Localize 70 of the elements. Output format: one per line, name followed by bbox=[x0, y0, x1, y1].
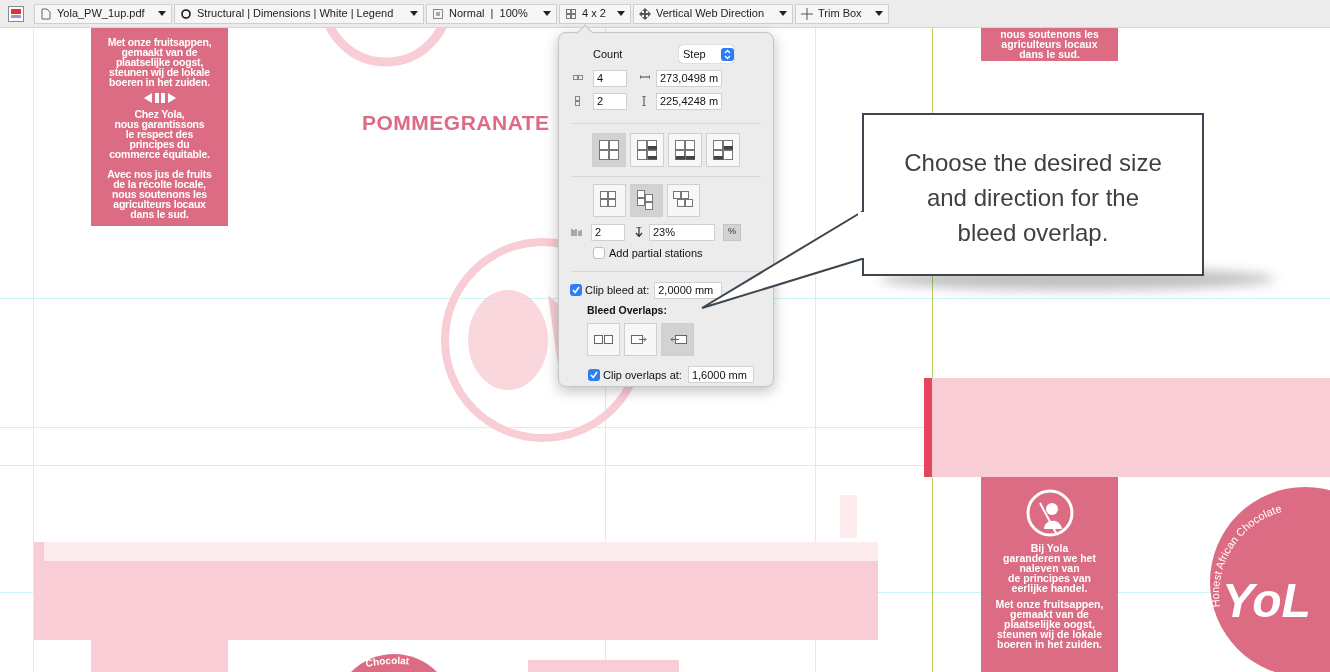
overlap-icon bbox=[594, 333, 613, 347]
section-label: Bleed Overlaps: bbox=[587, 302, 668, 318]
input-field[interactable]: 2 bbox=[593, 92, 627, 110]
arrangement-button[interactable] bbox=[667, 184, 700, 217]
overlap-button[interactable] bbox=[624, 323, 657, 357]
stepper-icon bbox=[721, 47, 734, 61]
layout-icon bbox=[674, 139, 696, 161]
layout-icon bbox=[712, 139, 734, 161]
caret-icon bbox=[410, 11, 418, 16]
zoom-icon bbox=[432, 7, 444, 20]
toolbar-dropdown[interactable]: Yola_PW_1up.pdf bbox=[34, 3, 172, 24]
input-field[interactable]: 2,0000 mm bbox=[654, 281, 723, 299]
caret-icon bbox=[543, 11, 551, 16]
layout-icon bbox=[636, 139, 658, 161]
overlap-icon bbox=[631, 333, 650, 347]
caret-icon bbox=[875, 11, 883, 16]
input-field[interactable]: 1,6000 mm bbox=[687, 366, 754, 384]
mode-select[interactable]: Step bbox=[679, 45, 734, 63]
caret-icon bbox=[617, 11, 625, 16]
layout-button[interactable] bbox=[706, 133, 740, 167]
toolbar-dropdown[interactable]: Structural | Dimensions | White | Legend bbox=[174, 3, 424, 24]
rows-icon bbox=[573, 96, 583, 106]
callout-text: Choose the desired size and direction for the bleed overlap. bbox=[904, 148, 1162, 248]
layout-icon bbox=[598, 139, 620, 161]
caret-icon bbox=[779, 11, 787, 16]
checkbox-label: Clip overlaps at: bbox=[603, 367, 682, 383]
circle-icon bbox=[180, 7, 192, 20]
input-field[interactable]: 273,0498 m bbox=[656, 69, 722, 87]
toolbar-dropdown[interactable]: Normal | 100% bbox=[426, 3, 557, 24]
arrangement-button[interactable] bbox=[593, 184, 626, 217]
document-icon[interactable] bbox=[8, 5, 24, 22]
toolbar-dropdown[interactable]: 4 x 2 bbox=[559, 3, 631, 24]
arrangement-button[interactable] bbox=[630, 184, 663, 217]
input-field[interactable]: 4 bbox=[593, 69, 627, 87]
stations-icon bbox=[571, 227, 583, 237]
label-text: nous soutenons les agriculteurs locaux dans le sud. bbox=[1000, 29, 1099, 59]
checkbox-label: Add partial stations bbox=[609, 246, 703, 261]
checkbox-label: Clip bleed at: bbox=[585, 282, 650, 298]
farmer-icon bbox=[1025, 489, 1074, 537]
toolbar-dropdown[interactable]: Trim Box bbox=[795, 3, 889, 24]
checkbox[interactable] bbox=[588, 368, 600, 381]
label-text: Avec nos jus de fruits de la récolte locale, nous soutenons les agriculteurs locaux dans le sud. bbox=[107, 169, 212, 219]
input-field[interactable]: 2 bbox=[591, 223, 625, 241]
checkmark-icon bbox=[572, 286, 580, 294]
move-icon bbox=[639, 7, 651, 20]
layout-button[interactable] bbox=[592, 133, 626, 167]
label-text: Met onze fruitsappen, gemaakt van de plaatselijke oogst, steunen wij de lokale boeren in het zuiden. bbox=[107, 37, 212, 87]
toolbar-dropdown[interactable]: Vertical Web Direction bbox=[633, 3, 793, 24]
percent-button[interactable]: % bbox=[723, 223, 741, 241]
columns-icon bbox=[573, 73, 583, 83]
label-text: Chez Yola, nous garantissons le respect des principes du commerce équitable. bbox=[109, 109, 210, 159]
checkbox[interactable] bbox=[593, 247, 605, 260]
label-text: Bij Yola garanderen we het naleven van de principes van eerlijke handel. bbox=[1003, 543, 1096, 593]
checkmark-icon bbox=[590, 370, 598, 379]
count-label: Count bbox=[593, 46, 624, 62]
overlap-button[interactable] bbox=[587, 323, 620, 357]
input-field[interactable]: 225,4248 m bbox=[656, 92, 722, 110]
offset-icon bbox=[635, 227, 643, 237]
overlap-button[interactable] bbox=[661, 323, 694, 357]
overlap-icon bbox=[668, 333, 687, 347]
label-text: Met onze fruitsappen, gemaakt van de plaatselijke oogst, steunen wij de lokale boeren in het zuiden. bbox=[995, 599, 1104, 649]
grid-icon bbox=[565, 7, 577, 20]
product-name: POMMEGRANATE bbox=[362, 110, 550, 136]
checkbox[interactable] bbox=[570, 284, 582, 296]
caret-icon bbox=[158, 11, 166, 16]
input-field[interactable]: 23% bbox=[649, 223, 715, 241]
layout-button[interactable] bbox=[668, 133, 702, 167]
crosshair-icon bbox=[801, 7, 813, 20]
layout-button[interactable] bbox=[630, 133, 664, 167]
page-icon bbox=[40, 7, 52, 20]
